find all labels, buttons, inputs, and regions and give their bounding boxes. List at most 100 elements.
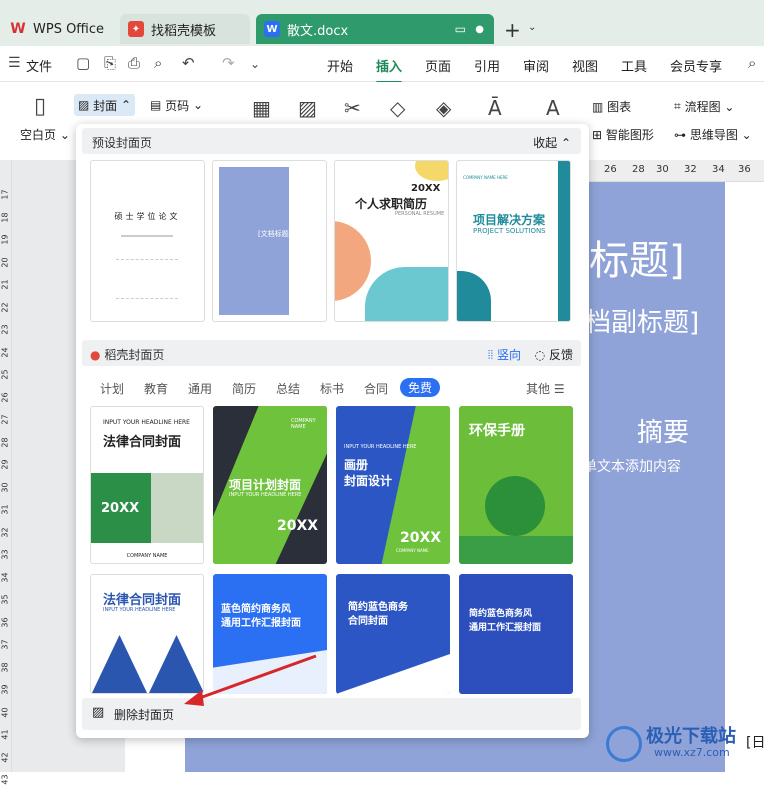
menu-file[interactable]: 文件 [26,56,52,75]
wps-logo-icon: W [10,21,26,37]
template-card-eco[interactable]: 环保手册 [459,406,573,564]
save-icon[interactable]: ▢ [76,54,90,72]
template-card-album[interactable]: INPUT YOUR HEADLINE HERE 画册 封面设计 20XX CO… [336,406,450,564]
category-education[interactable]: 教育 [144,380,168,397]
tab-wps-office[interactable]: W WPS Office [2,14,114,44]
textbox-icon[interactable]: Ā [488,96,502,120]
hamburger-icon[interactable]: ☰ [8,55,21,71]
preset-cover-project[interactable]: COMPANY NAME HERE 项目解决方案 PROJECT SOLUTIO… [456,160,571,322]
category-free[interactable]: 免费 [400,378,441,397]
category-resume[interactable]: 简历 [232,380,256,397]
icon-library-icon[interactable]: ◈ [436,96,451,120]
ruler-tick: 41 [0,729,10,740]
preset-cover-resume[interactable]: 20XX 个人求职简历 PERSONAL RESUME [334,160,449,322]
ruler-tick: 34 [0,571,10,583]
cover-title[interactable]: 标题] [589,228,685,286]
undo-icon[interactable]: ↶ [182,54,195,72]
ruler-tick: 36 [0,616,10,628]
card-title: 通用工作汇报封面 [221,618,301,629]
print-icon[interactable]: ⎙ [128,54,140,72]
delete-cover-button[interactable]: 删除封面页 [114,706,174,723]
annotation-arrow [184,654,317,706]
ruler-tick: 22 [0,301,10,313]
template-card-legal[interactable]: INPUT YOUR HEADLINE HERE 法律合同封面 20XX COM… [90,406,204,564]
print-preview-icon[interactable]: ⌕ [154,54,162,72]
card-title: 蓝色简约商务风 [221,604,291,615]
search-icon[interactable]: ⌕ [748,54,756,72]
blank-page-button[interactable]: 空白页 ⌄ [20,126,70,143]
flowchart-button[interactable]: ⌗ 流程图 ⌄ [674,98,734,115]
tab-label: WPS Office [33,21,105,37]
mindmap-button[interactable]: ⊶ 思维导图 ⌄ [674,126,752,143]
thumb-title: 项目解决方案 [473,213,546,227]
category-bid[interactable]: 标书 [320,380,344,397]
daoke-section-header: ● 稻壳封面页 ⦙⦙ 竖向 ◌ 反馈 [82,340,581,366]
screenshot-icon[interactable]: ✂ [344,96,361,120]
menu-page[interactable]: 页面 [425,56,451,75]
category-contract[interactable]: 合同 [364,380,388,397]
page-number-icon: ▤ [150,98,162,112]
card-subtitle: INPUT YOUR HEADLINE HERE [229,492,302,498]
chart-button[interactable]: ▥ 图表 [592,98,631,115]
picture-icon[interactable]: ▨ [298,96,317,120]
cover-button[interactable]: ▨ 封面 ⌃ [74,94,136,116]
smartart-button[interactable]: ⊞ 智能图形 [592,126,654,143]
new-tab-icon[interactable]: + [504,18,521,42]
category-general[interactable]: 通用 [188,380,212,397]
thumb-title: 个人求职简历 [355,197,428,211]
vertical-toggle[interactable]: ⦙⦙ 竖向 [488,346,521,363]
feedback-button[interactable]: ◌ 反馈 [535,346,573,363]
export-icon[interactable]: ⎘ [104,54,116,72]
category-plan[interactable]: 计划 [100,380,124,397]
menu-start[interactable]: 开始 [327,56,353,75]
preset-cover-blue[interactable]: [文档标题] [212,160,327,322]
card-title: 法律合同封面 [103,435,182,450]
thumb-company: COMPANY NAME HERE [463,175,508,180]
preset-cover-thesis[interactable]: 硕士学位论文 [90,160,205,322]
card-title: 简约蓝色商务风 [469,609,533,619]
category-more[interactable]: 其他 ☰ [526,380,565,397]
ruler-tick: 26 [604,164,617,175]
template-card-project[interactable]: COMPANY NAME 项目计划封面 INPUT YOUR HEADLINE … [213,406,327,564]
card-title: 环保手册 [469,423,525,439]
collapse-button[interactable]: 收起 ⌃ [533,134,571,151]
card-ground [459,536,573,564]
ruler-tick: 19 [0,234,10,245]
ruler-tick: 32 [0,526,10,538]
ruler-tick: 24 [0,346,10,358]
wordart-icon[interactable]: A [546,96,560,120]
preset-label: 预设封面页 [92,136,153,150]
chart-icon: ▥ [592,99,604,114]
table-icon[interactable]: ▦ [252,96,271,120]
menu-member[interactable]: 会员专享 [670,56,722,75]
tab-template[interactable]: ✦ 找稻壳模板 [120,14,250,44]
ruler-tick: 25 [0,369,10,380]
menu-tools[interactable]: 工具 [621,56,647,75]
monitor-icon[interactable]: ▭ [455,22,466,36]
page-number-button[interactable]: ▤ 页码 ⌄ [150,94,203,116]
template-card-blue-report-2[interactable]: 简约蓝色商务风 通用工作汇报封面 [459,574,573,694]
category-summary[interactable]: 总结 [276,380,300,397]
ruler-tick: 30 [0,481,10,493]
card-title: 画册 [344,458,369,472]
template-card-contract-blue[interactable]: 简约蓝色商务 合同封面 [336,574,450,694]
card-photo [151,473,203,543]
tab-document[interactable]: W 散文.docx ▭ ● [256,14,494,44]
shape-icon[interactable]: ◇ [390,96,405,120]
menu-view[interactable]: 视图 [572,56,598,75]
chevron-down-icon[interactable]: ⌄ [528,22,536,33]
thumb-year: 20XX [411,183,441,194]
menu-reference[interactable]: 引用 [474,56,500,75]
thumb-shape [365,267,448,321]
cover-abstract-heading[interactable]: 摘要 [637,412,689,449]
cover-subtitle[interactable]: 档副标题] [585,302,699,339]
cover-abstract-body[interactable]: 单文本添加内容 [583,456,681,476]
ruler-tick: 31 [0,504,10,515]
menu-insert[interactable]: 插入 [376,56,403,84]
ruler-tick: 34 [712,164,725,175]
blank-page-icon[interactable]: ▯ [34,94,46,119]
redo-icon[interactable]: ↷ [222,54,235,72]
more-chevron-icon[interactable]: ⌄ [250,57,260,71]
menu-review[interactable]: 审阅 [523,56,549,75]
ruler-tick: 28 [0,436,10,448]
